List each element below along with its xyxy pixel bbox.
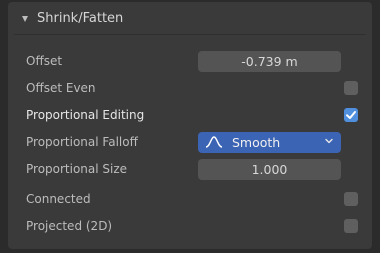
offset-field[interactable]: -0.739 m [198, 50, 341, 72]
proportional-falloff-dropdown[interactable]: Smooth [198, 131, 341, 153]
shrink-fatten-panel: Shrink/Fatten Offset -0.739 m Offset Eve… [8, 2, 372, 249]
projected-2d-row: Projected (2D) [8, 213, 372, 239]
proportional-size-field[interactable]: 1.000 [198, 158, 341, 180]
offset-even-checkbox[interactable] [344, 81, 358, 95]
connected-label: Connected [26, 192, 91, 206]
chevron-down-icon [325, 138, 333, 143]
offset-even-row: Offset Even [8, 75, 372, 101]
smooth-curve-icon [205, 136, 223, 148]
offset-row: Offset -0.739 m [8, 48, 372, 74]
connected-row: Connected [8, 186, 372, 212]
divider [14, 34, 366, 35]
projected-2d-checkbox[interactable] [344, 219, 358, 233]
proportional-size-label: Proportional Size [26, 162, 128, 176]
proportional-editing-checkbox[interactable] [344, 108, 358, 122]
proportional-falloff-label: Proportional Falloff [26, 135, 138, 149]
projected-2d-label: Projected (2D) [26, 219, 113, 233]
proportional-falloff-row: Proportional Falloff Smooth [8, 129, 372, 155]
panel-title: Shrink/Fatten [37, 10, 124, 26]
checkmark-icon [346, 111, 356, 119]
panel-header[interactable]: Shrink/Fatten [8, 2, 372, 34]
proportional-editing-row: Proportional Editing [8, 102, 372, 128]
offset-label: Offset [26, 54, 63, 68]
collapse-triangle-icon[interactable] [22, 15, 28, 22]
connected-checkbox[interactable] [344, 192, 358, 206]
proportional-falloff-value: Smooth [232, 134, 281, 150]
proportional-size-row: Proportional Size 1.000 [8, 156, 372, 182]
offset-even-label: Offset Even [26, 81, 96, 95]
proportional-editing-label: Proportional Editing [26, 108, 145, 122]
